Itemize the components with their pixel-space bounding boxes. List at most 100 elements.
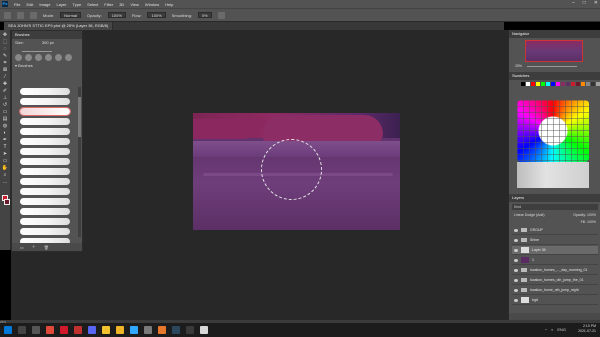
menu-filter[interactable]: Filter	[104, 2, 113, 7]
layer-row[interactable]: Layer 36	[512, 246, 598, 255]
visibility-eye-icon[interactable]	[514, 278, 518, 282]
app-gray-icon[interactable]	[144, 326, 152, 334]
crop-tool-icon[interactable]: ⌗	[2, 61, 9, 66]
clock[interactable]: 2:10 PM 2021-07-21	[578, 324, 596, 334]
blend-mode-select[interactable]: Linear Dodge (Add)	[514, 212, 545, 218]
mode-select[interactable]: Normal	[60, 12, 82, 18]
opacity-field[interactable]: 100%	[107, 12, 126, 18]
app-white-icon[interactable]	[200, 326, 208, 334]
layer-row[interactable]: bgA	[512, 296, 598, 305]
zoom-tool-icon[interactable]: ⌕	[2, 173, 9, 178]
new-group-icon[interactable]: ▭	[20, 245, 24, 250]
color-swatch[interactable]	[521, 82, 525, 86]
marquee-tool-icon[interactable]: ⬚	[2, 40, 9, 45]
move-tool-icon[interactable]: ✥	[2, 33, 9, 38]
color-swatch[interactable]	[531, 82, 535, 86]
color-swatch[interactable]	[541, 82, 545, 86]
layer-row[interactable]: Shine	[512, 236, 598, 245]
recent-brush-preset[interactable]	[55, 54, 62, 61]
color-swatch[interactable]	[581, 82, 585, 86]
layer-fill-value[interactable]: 100%	[587, 220, 596, 224]
steam-icon[interactable]	[172, 326, 180, 334]
color-swatch[interactable]	[561, 82, 565, 86]
brush-preset-stroke[interactable]	[20, 128, 70, 135]
opera-icon[interactable]	[60, 326, 68, 334]
color-swatch[interactable]	[536, 82, 540, 86]
file-explorer-icon[interactable]	[116, 326, 124, 334]
pen-tool-icon[interactable]: ✒	[2, 138, 9, 143]
brush-preset-stroke[interactable]	[20, 138, 70, 145]
brush-preset-stroke[interactable]	[20, 208, 70, 215]
menu-select[interactable]: Select	[87, 2, 98, 7]
brush-preset-stroke[interactable]	[20, 148, 70, 155]
color-swatch[interactable]	[596, 82, 600, 86]
menu-edit[interactable]: Edit	[26, 2, 33, 7]
color-swatch[interactable]	[556, 82, 560, 86]
brush-group-header[interactable]: ▾ Brushes	[12, 63, 82, 69]
recent-brush-preset[interactable]	[65, 54, 72, 61]
brush-preset-stroke[interactable]	[19, 107, 71, 116]
minimize-button[interactable]: –	[572, 0, 575, 6]
brush-preset-stroke[interactable]	[20, 98, 70, 105]
brush-preset-stroke[interactable]	[20, 218, 70, 225]
color-swatch[interactable]	[591, 82, 595, 86]
brush-preset-stroke[interactable]	[20, 228, 70, 235]
app-yellow-icon[interactable]	[102, 326, 110, 334]
recent-brush-preset[interactable]	[35, 54, 42, 61]
smoothing-field[interactable]: 0%	[197, 12, 212, 18]
color-swatch[interactable]	[526, 82, 530, 86]
search-icon[interactable]	[18, 326, 26, 334]
start-icon[interactable]	[4, 326, 12, 334]
flow-field[interactable]: 100%	[147, 12, 166, 18]
delete-brush-icon[interactable]: 🗑	[44, 245, 49, 250]
task-view-icon[interactable]	[32, 326, 40, 334]
app-orange-icon[interactable]	[158, 326, 166, 334]
brush-tool-icon[interactable]: ✐	[2, 89, 9, 94]
color-swatch[interactable]	[576, 82, 580, 86]
brush-preset-stroke[interactable]	[20, 178, 70, 185]
color-swatch[interactable]	[566, 82, 570, 86]
photoshop-icon[interactable]	[130, 326, 138, 334]
settings-gear-icon[interactable]	[217, 11, 225, 19]
stamp-tool-icon[interactable]: ⊥	[2, 96, 9, 101]
visibility-eye-icon[interactable]	[514, 288, 518, 292]
layer-filter-select[interactable]: Kind	[512, 204, 598, 210]
dodge-tool-icon[interactable]: ◐	[2, 131, 9, 136]
recent-brush-preset[interactable]	[15, 54, 22, 61]
menu-window[interactable]: Window	[145, 2, 159, 7]
menu-type[interactable]: Type	[73, 2, 82, 7]
lasso-tool-icon[interactable]: ◌	[2, 47, 9, 52]
brush-preset-stroke[interactable]	[20, 168, 70, 175]
shape-tool-icon[interactable]: ▭	[2, 159, 9, 164]
chrome-icon[interactable]	[46, 326, 54, 334]
scrollbar-thumb[interactable]	[78, 97, 81, 137]
visibility-eye-icon[interactable]	[514, 268, 518, 272]
visibility-eye-icon[interactable]	[514, 238, 518, 242]
swatch-gray-area[interactable]	[517, 162, 589, 188]
maximize-button[interactable]: □	[583, 0, 586, 6]
menu-3d[interactable]: 3D	[119, 2, 124, 7]
brush-list-scrollbar[interactable]	[78, 87, 81, 237]
recent-brush-preset[interactable]	[45, 54, 52, 61]
home-icon[interactable]	[4, 11, 11, 19]
layer-row[interactable]: location_home_oth_jump_night	[512, 286, 598, 295]
color-swatch[interactable]	[571, 82, 575, 86]
color-swatch[interactable]	[586, 82, 590, 86]
menu-file[interactable]: File	[14, 2, 20, 7]
background-color-swatch[interactable]	[4, 199, 10, 205]
quick-select-tool-icon[interactable]: ✎	[2, 54, 9, 59]
path-select-icon[interactable]: ➤	[2, 152, 9, 157]
blur-tool-icon[interactable]: ◍	[2, 124, 9, 129]
menu-image[interactable]: Image	[39, 2, 50, 7]
hand-tool-icon[interactable]: ✋	[2, 166, 9, 171]
brush-tool-icon[interactable]	[17, 11, 24, 19]
brush-preset-stroke[interactable]	[20, 118, 70, 125]
healing-tool-icon[interactable]: ✚	[2, 82, 9, 87]
color-swatch[interactable]	[551, 82, 555, 86]
visibility-eye-icon[interactable]	[514, 298, 518, 302]
color-swatch[interactable]	[546, 82, 550, 86]
brush-size-value[interactable]: 300 px	[42, 39, 54, 47]
navigator-zoom-value[interactable]: 25%	[515, 64, 522, 68]
wifi-icon[interactable]: ◔	[544, 327, 546, 332]
eraser-tool-icon[interactable]: ▭	[2, 110, 9, 115]
